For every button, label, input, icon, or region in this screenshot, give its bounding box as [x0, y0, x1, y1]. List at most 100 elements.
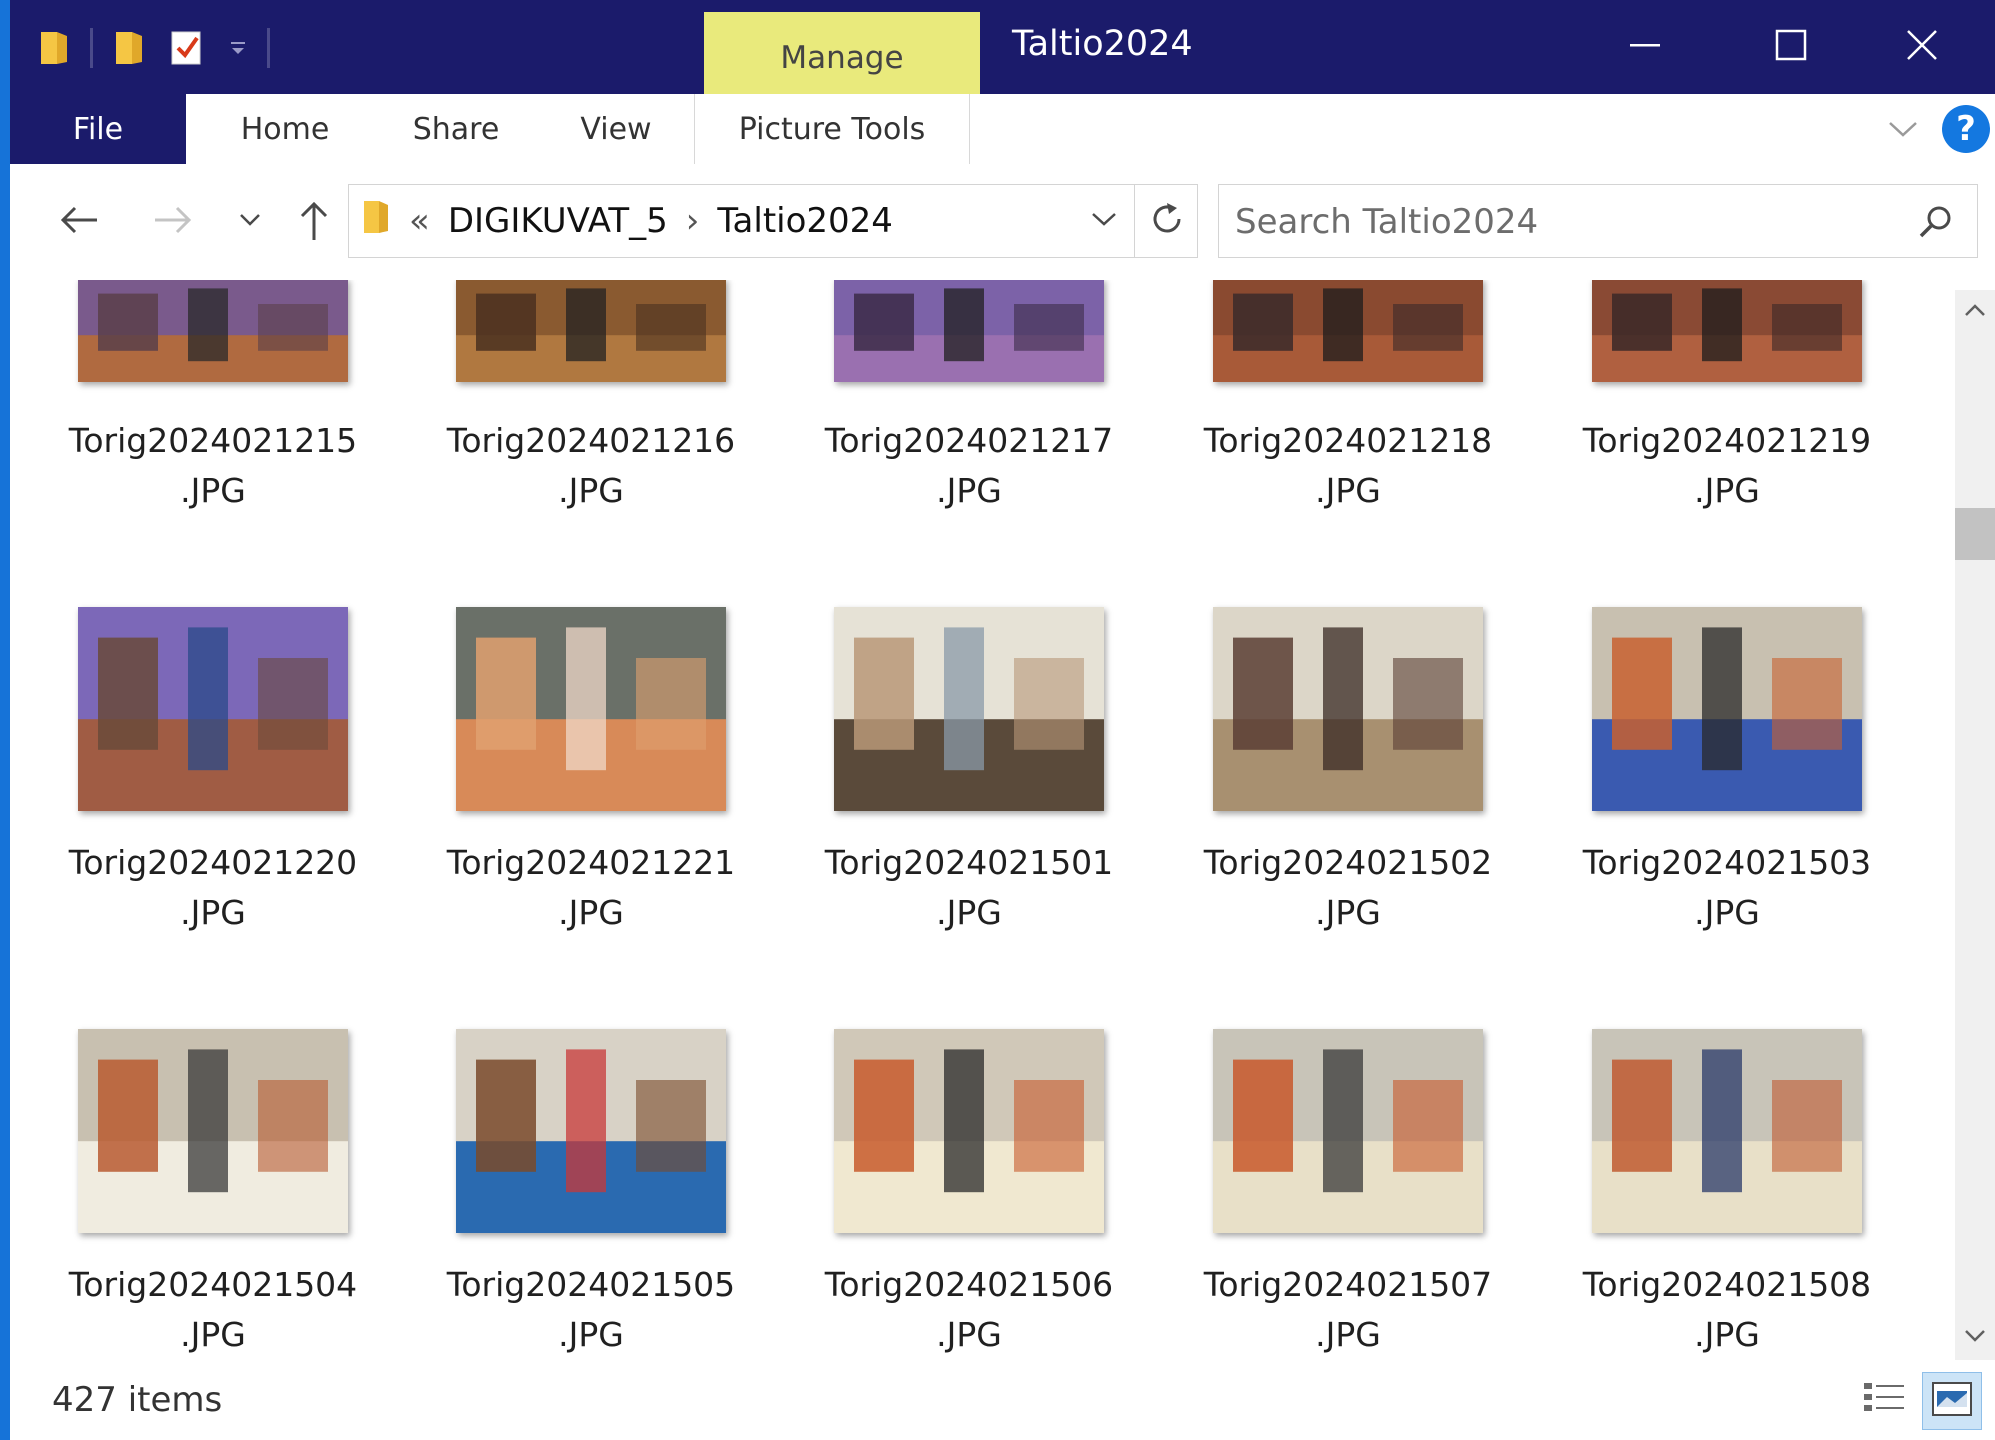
toolbar-separator — [267, 28, 270, 68]
properties-checkbox-icon[interactable] — [165, 24, 209, 72]
file-name: Torig2024021216 .JPG — [426, 416, 756, 516]
search-icon[interactable] — [1911, 197, 1961, 247]
chevron-down-icon — [1963, 1328, 1987, 1348]
file-name-extension: .JPG — [1315, 893, 1381, 932]
close-button[interactable] — [1849, 0, 1995, 94]
file-item[interactable]: Torig2024021507 .JPG — [1153, 280, 1492, 1354]
file-item[interactable]: Torig2024021505 .JPG — [396, 280, 735, 1354]
image-thumbnail[interactable] — [1592, 280, 1862, 382]
refresh-icon — [1147, 199, 1187, 243]
breadcrumb-overflow[interactable]: « — [409, 201, 430, 241]
file-name-extension: .JPG — [180, 471, 246, 510]
image-thumbnail[interactable] — [456, 280, 726, 382]
file-name-line1: Torig2024021506 — [824, 1265, 1114, 1304]
tab-manage[interactable]: Manage — [704, 12, 980, 94]
file-name-extension: .JPG — [180, 1315, 246, 1354]
image-thumbnail[interactable] — [1592, 607, 1862, 811]
file-item[interactable]: Torig2024021506 .JPG — [774, 280, 1113, 1354]
minimize-button[interactable] — [1572, 0, 1718, 94]
file-item[interactable]: Torig2024021504 .JPG — [18, 280, 357, 1354]
vertical-scrollbar[interactable] — [1955, 290, 1995, 1360]
file-name-extension: .JPG — [936, 893, 1002, 932]
address-dropdown-button[interactable] — [1073, 185, 1135, 257]
image-thumbnail[interactable] — [834, 607, 1104, 811]
window-title: Taltio2024 — [1012, 24, 1193, 64]
quick-access-toolbar — [32, 24, 270, 72]
status-bar: 427 items — [10, 1366, 1995, 1440]
tab-file[interactable]: File — [10, 94, 186, 164]
maximize-button[interactable] — [1718, 0, 1864, 94]
chevron-down-icon — [238, 212, 262, 232]
large-icons-view-button[interactable] — [1922, 1372, 1982, 1430]
image-thumbnail[interactable] — [834, 280, 1104, 382]
image-thumbnail[interactable] — [78, 607, 348, 811]
file-name: Torig2024021505 .JPG — [426, 1260, 756, 1360]
file-name-extension: .JPG — [1694, 1315, 1760, 1354]
file-name-extension: .JPG — [558, 471, 624, 510]
image-thumbnail[interactable] — [456, 607, 726, 811]
image-thumbnail[interactable] — [1213, 607, 1483, 811]
image-thumbnail[interactable] — [1592, 1029, 1862, 1233]
file-name-line1: Torig2024021501 — [824, 843, 1114, 882]
search-box — [1218, 184, 1978, 258]
file-name-extension: .JPG — [1694, 471, 1760, 510]
customize-dropdown-icon[interactable] — [223, 24, 253, 72]
file-name: Torig2024021506 .JPG — [804, 1260, 1134, 1360]
breadcrumb: « DIGIKUVAT_5 › Taltio2024 — [361, 185, 893, 257]
search-input[interactable] — [1233, 195, 1877, 249]
window-left-edge — [0, 0, 10, 1440]
file-name-line1: Torig2024021508 — [1582, 1265, 1872, 1304]
folder-icon[interactable] — [32, 24, 76, 72]
new-folder-icon[interactable] — [107, 24, 151, 72]
navigation-bar: « DIGIKUVAT_5 › Taltio2024 — [10, 164, 1995, 280]
help-button[interactable]: ? — [1940, 94, 1992, 164]
file-grid: Torig2024021215 .JPG Torig2024021216 .JPG To… — [10, 280, 1960, 1360]
title-bar: Manage Taltio2024 — [10, 0, 1995, 94]
minimize-icon — [1628, 28, 1662, 66]
address-bar[interactable]: « DIGIKUVAT_5 › Taltio2024 — [348, 184, 1198, 258]
image-thumbnail[interactable] — [78, 1029, 348, 1233]
scroll-up-button[interactable] — [1955, 290, 1995, 334]
breadcrumb-separator[interactable]: › — [686, 201, 700, 241]
file-name: Torig2024021215 .JPG — [48, 416, 378, 516]
forward-button[interactable] — [140, 192, 206, 252]
file-name-line1: Torig2024021219 — [1582, 421, 1872, 460]
maximize-icon — [1774, 28, 1808, 66]
tab-share[interactable]: Share — [398, 94, 514, 164]
breadcrumb-item-taltio2024[interactable]: Taltio2024 — [717, 201, 893, 241]
file-name-line1: Torig2024021218 — [1203, 421, 1493, 460]
refresh-button[interactable] — [1134, 184, 1199, 258]
details-view-button[interactable] — [1854, 1372, 1914, 1430]
file-item[interactable]: Torig2024021508 .JPG — [1532, 280, 1871, 1354]
breadcrumb-item-digikuvat[interactable]: DIGIKUVAT_5 — [448, 201, 668, 241]
file-name-line1: Torig2024021217 — [824, 421, 1114, 460]
image-thumbnail[interactable] — [1213, 280, 1483, 382]
file-name: Torig2024021218 .JPG — [1183, 416, 1513, 516]
scroll-down-button[interactable] — [1955, 1316, 1995, 1360]
arrow-right-icon — [151, 202, 195, 242]
tab-home[interactable]: Home — [220, 94, 350, 164]
file-name: Torig2024021507 .JPG — [1183, 1260, 1513, 1360]
recent-locations-button[interactable] — [228, 192, 272, 252]
file-name: Torig2024021503 .JPG — [1562, 838, 1892, 938]
ribbon-tab-bar: File Home Share View Picture Tools ? — [10, 94, 1995, 165]
file-name-line1: Torig2024021505 — [446, 1265, 736, 1304]
up-button[interactable] — [286, 192, 342, 252]
back-button[interactable] — [46, 192, 112, 252]
tab-view[interactable]: View — [566, 94, 666, 164]
file-name-extension: .JPG — [180, 893, 246, 932]
scrollbar-thumb[interactable] — [1955, 508, 1995, 560]
image-thumbnail[interactable] — [78, 280, 348, 382]
large-icons-view-icon — [1931, 1381, 1973, 1421]
image-thumbnail[interactable] — [834, 1029, 1104, 1233]
tab-picture-tools[interactable]: Picture Tools — [694, 94, 970, 164]
image-thumbnail[interactable] — [456, 1029, 726, 1233]
file-name: Torig2024021217 .JPG — [804, 416, 1134, 516]
file-name-extension: .JPG — [558, 1315, 624, 1354]
file-name-extension: .JPG — [558, 893, 624, 932]
file-name-line1: Torig2024021215 — [68, 421, 358, 460]
file-name-extension: .JPG — [1694, 893, 1760, 932]
image-thumbnail[interactable] — [1213, 1029, 1483, 1233]
folder-icon — [361, 197, 391, 246]
expand-ribbon-button[interactable] — [1878, 94, 1928, 164]
